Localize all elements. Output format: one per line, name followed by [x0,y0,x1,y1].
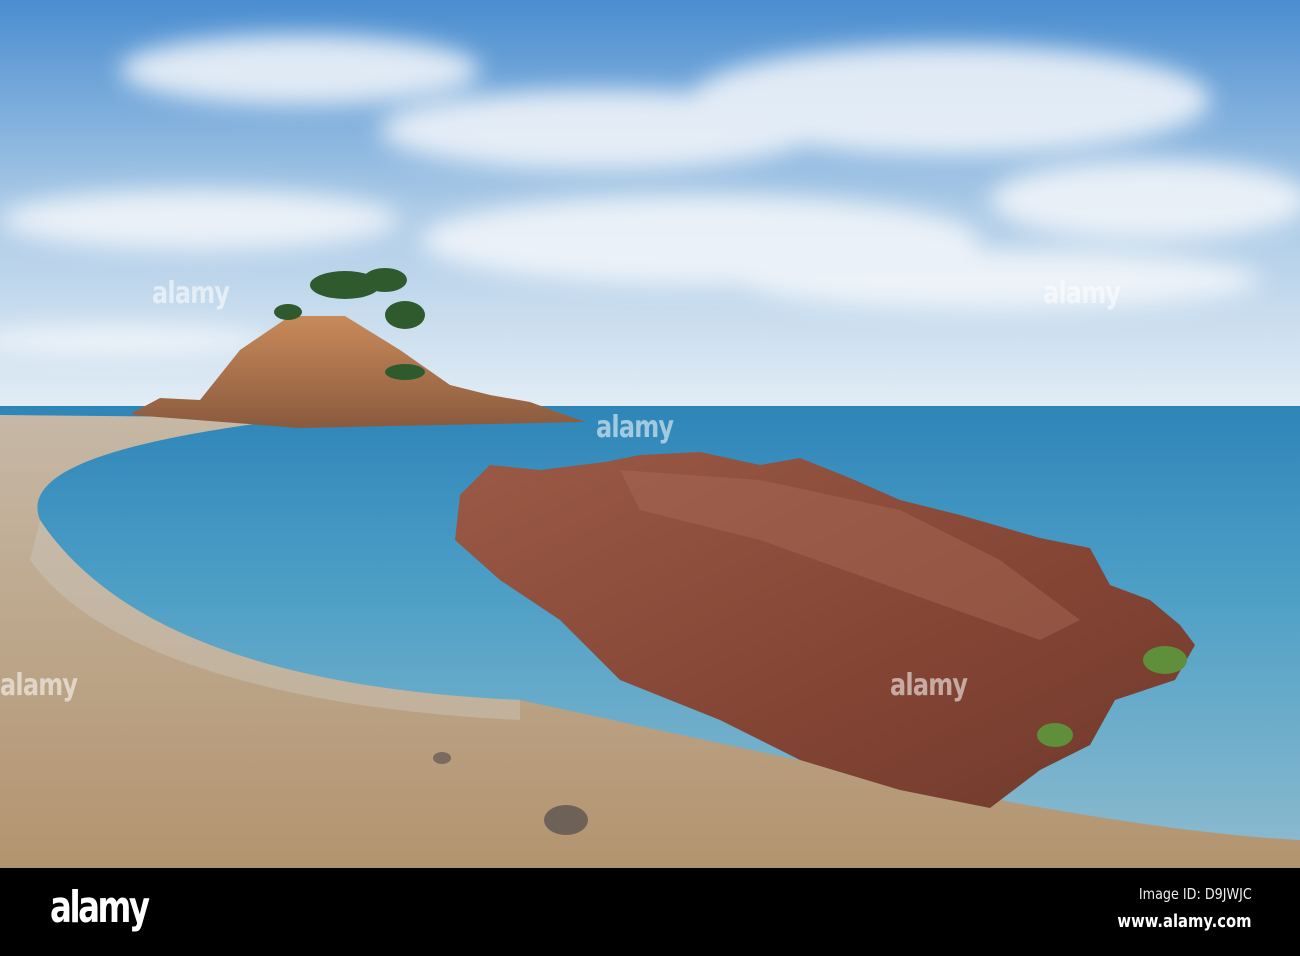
watermark: alamy [152,276,230,311]
footer-bar: alamy Image ID: D9JWJC www.alamy.com [0,868,1300,956]
pebble [544,805,588,835]
photo-scene: alamy alamy alamy alamy alamy alamy Imag… [0,0,1300,956]
watermark: alamy [1043,276,1121,311]
image-id: Image ID: D9JWJC [1139,885,1252,903]
watermark: alamy [0,668,78,703]
watermark: alamy [596,410,674,445]
site-url: www.alamy.com [1117,911,1252,932]
alamy-logo: alamy [50,882,150,933]
watermark: alamy [890,668,968,703]
pebble [433,752,451,764]
